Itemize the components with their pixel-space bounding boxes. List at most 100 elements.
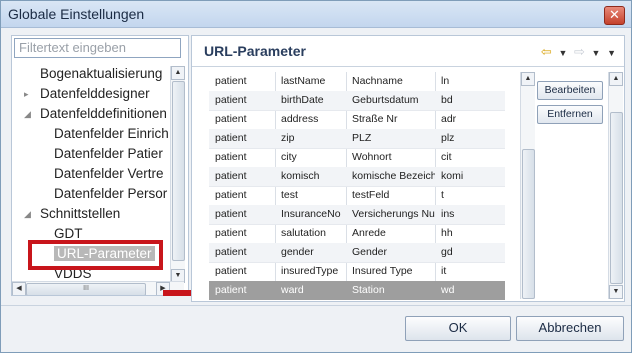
scrollbar-thumb[interactable] <box>522 149 535 299</box>
parameter-table: patient lastName Nachname ln patient birthDat… <box>209 72 505 300</box>
table-row[interactable]: patient zip PLZ plz <box>209 129 505 149</box>
dropdown-icon[interactable]: ▼ <box>558 48 567 58</box>
table-cell: gd <box>441 246 453 258</box>
table-cell: address <box>281 113 319 125</box>
table-cell: city <box>281 151 297 163</box>
table-cell: patient <box>215 94 247 106</box>
arrow-right-icon[interactable]: ⇨ <box>574 44 585 59</box>
table-row[interactable]: patient insuredType Insured Type it <box>209 262 505 282</box>
table-cell: komisch <box>281 170 320 182</box>
dropdown-icon[interactable]: ▼ <box>592 48 601 58</box>
tree-item-label: GDT <box>54 226 83 241</box>
tree-item[interactable]: Datenfelder Patier <box>54 144 163 164</box>
table-cell: bd <box>441 94 453 106</box>
panel-header: URL-Parameter ⇦ ▼ ⇨ ▼ ▼ <box>192 36 624 67</box>
table-cell: Anrede <box>352 227 386 239</box>
table-cell: ward <box>281 284 304 296</box>
scrollbar-thumb[interactable] <box>610 112 623 284</box>
table-row[interactable]: patient test testFeld t <box>209 186 505 206</box>
tree-item[interactable]: Datenfelder Vertre <box>54 164 164 184</box>
table-row[interactable]: patient lastName Nachname ln <box>209 72 505 92</box>
table-cell: Station <box>352 284 385 296</box>
table-cell: komi <box>441 170 464 182</box>
tree-item[interactable]: ▸ Datenfelddesigner <box>24 84 150 104</box>
scroll-up-icon[interactable]: ▲ <box>609 72 623 86</box>
scroll-down-icon[interactable]: ▼ <box>609 285 623 299</box>
table-cell: patient <box>215 208 247 220</box>
table-row[interactable]: patient komisch komische Bezeichnung komi <box>209 167 505 187</box>
table-cell: plz <box>441 132 455 144</box>
table-cell: patient <box>215 170 247 182</box>
table-cell: Nachname <box>352 75 403 87</box>
tree-item-label: Datenfelder Vertre <box>54 166 164 181</box>
tree-item[interactable]: Datenfelder Persor <box>54 184 167 204</box>
remove-button[interactable]: Entfernen <box>537 105 603 124</box>
table-cell: patient <box>215 246 247 258</box>
highlight-frame <box>28 240 163 270</box>
table-cell: test <box>281 189 298 201</box>
settings-dialog: Globale Einstellungen ✕ Filtertext einge… <box>0 0 632 353</box>
filter-input[interactable]: Filtertext eingeben <box>14 38 181 58</box>
title-bar: Globale Einstellungen ✕ <box>1 1 631 28</box>
table-cell: Geburtsdatum <box>352 94 419 106</box>
tree-item-label: Datenfelddefinitionen <box>40 106 167 121</box>
url-parameter-panel: URL-Parameter ⇦ ▼ ⇨ ▼ ▼ patient lastName N… <box>191 35 625 302</box>
arrow-left-icon[interactable]: ⇦ <box>541 44 552 59</box>
table-cell: patient <box>215 265 247 277</box>
scrollbar-thumb[interactable] <box>172 81 185 261</box>
table-cell: gender <box>281 246 314 258</box>
table-cell: hh <box>441 227 453 239</box>
table-cell: InsuranceNo <box>281 208 341 220</box>
table-row[interactable]: patient ward Station wd <box>209 281 505 300</box>
tree-item-label: Datenfelddesigner <box>40 86 150 101</box>
table-cell: birthDate <box>281 94 324 106</box>
table-cell: patient <box>215 113 247 125</box>
table-cell: salutation <box>281 227 326 239</box>
edit-button[interactable]: Bearbeiten <box>537 81 603 100</box>
table-cell: PLZ <box>352 132 372 144</box>
table-row[interactable]: patient address Straße Nr adr <box>209 110 505 130</box>
collapse-arrow-icon[interactable]: ◢ <box>24 204 31 224</box>
table-cell: patient <box>215 284 247 296</box>
table-cell: cit <box>441 151 452 163</box>
table-row[interactable]: patient salutation Anrede hh <box>209 224 505 244</box>
table-cell: patient <box>215 151 247 163</box>
table-cell: Insured Type <box>352 265 413 277</box>
table-row[interactable]: patient InsuranceNo Versicherungs Nummer in… <box>209 205 505 225</box>
scroll-up-icon[interactable]: ▲ <box>171 66 185 80</box>
close-button[interactable]: ✕ <box>604 6 625 25</box>
scroll-left-icon[interactable]: ◀ <box>12 282 26 295</box>
table-cell: Versicherungs Nummer <box>352 208 435 220</box>
table-cell: komische Bezeichnung <box>352 170 435 182</box>
ok-button[interactable]: OK <box>405 316 511 341</box>
panel-vertical-scrollbar[interactable]: ▲ ▼ <box>608 72 623 299</box>
table-row[interactable]: patient city Wohnort cit <box>209 148 505 168</box>
expand-arrow-icon[interactable]: ▸ <box>24 84 29 104</box>
tree-vertical-scrollbar[interactable]: ▲ ▼ <box>170 66 185 283</box>
scroll-up-icon[interactable]: ▲ <box>521 72 535 86</box>
table-vertical-scrollbar[interactable]: ▲ <box>520 72 535 299</box>
cancel-button[interactable]: Abbrechen <box>516 316 624 341</box>
window-title: Globale Einstellungen <box>8 6 145 22</box>
table-cell: Straße Nr <box>352 113 398 125</box>
table-cell: patient <box>215 75 247 87</box>
tree-horizontal-scrollbar[interactable]: ◀ III ▶ <box>12 281 184 295</box>
collapse-arrow-icon[interactable]: ◢ <box>24 104 31 124</box>
table-row[interactable]: patient birthDate Geburtsdatum bd <box>209 91 505 111</box>
table-row[interactable]: patient gender Gender gd <box>209 243 505 263</box>
tree-item[interactable]: Datenfelder Einrich <box>54 124 169 144</box>
table-cell: it <box>441 265 447 277</box>
dropdown-icon[interactable]: ▼ <box>607 48 616 58</box>
scrollbar-thumb[interactable]: III <box>26 283 146 295</box>
tree-item-label: Schnittstellen <box>40 206 121 221</box>
table-cell: testFeld <box>352 189 390 201</box>
tree-item[interactable]: ◢ Datenfelddefinitionen <box>24 104 167 124</box>
table-cell: t <box>441 189 444 201</box>
dialog-footer: OK Abbrechen <box>1 305 631 352</box>
table-cell: lastName <box>281 75 326 87</box>
tree-item[interactable]: Bogenaktualisierung <box>40 64 162 84</box>
tree-item-label: Bogenaktualisierung <box>40 66 163 81</box>
table-cell: wd <box>441 284 455 296</box>
table-cell: patient <box>215 227 247 239</box>
tree-item[interactable]: ◢ Schnittstellen <box>24 204 121 224</box>
